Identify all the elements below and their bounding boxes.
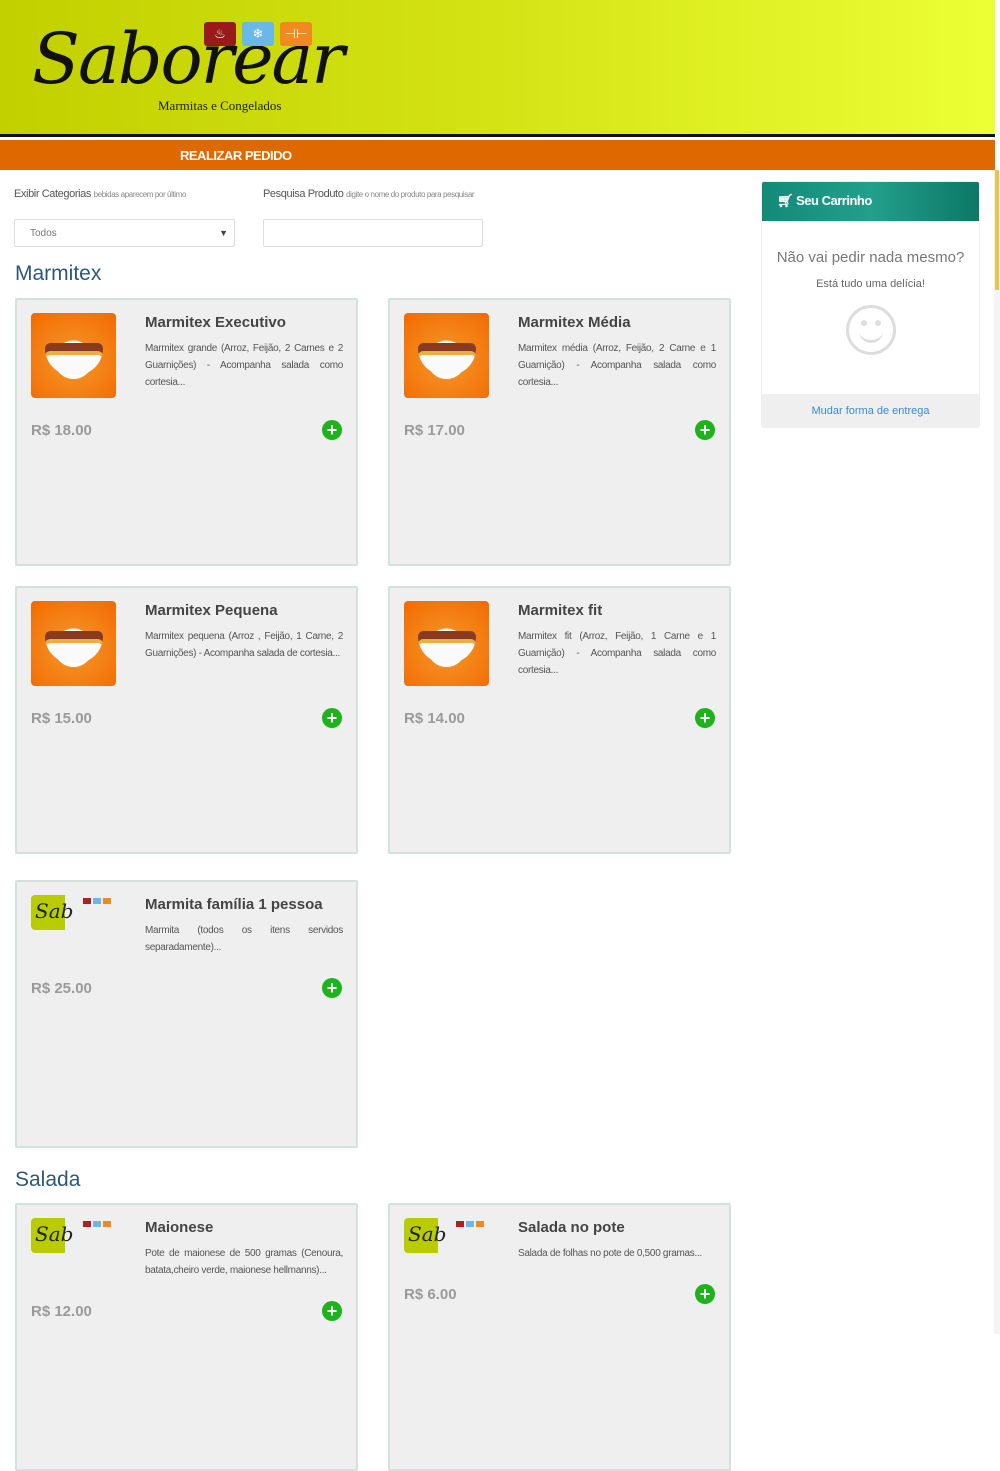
- add-to-cart-icon[interactable]: +: [695, 1284, 715, 1304]
- product-card: Marmitex Executivo Marmitex grande (Arroz…: [15, 298, 358, 566]
- product-title: Maionese: [145, 1219, 214, 1236]
- product-image: [404, 313, 489, 398]
- product-image: [31, 313, 116, 398]
- nav-bar: REALIZAR PEDIDO: [0, 140, 995, 170]
- product-card: Marmitex Pequena Marmitex pequena (Arroz …: [15, 586, 358, 854]
- cart-title: Seu Carrinho: [796, 193, 872, 208]
- cart-icon: 🛒︎: [777, 193, 794, 208]
- product-description: Marmitex média (Arroz, Feijão, 2 Carne e…: [518, 343, 716, 388]
- product-description: Marmita (todos os itens servidos separad…: [145, 925, 343, 953]
- label-hint: bebidas aparecem por último: [93, 190, 187, 199]
- product-description: Marmitex grande (Arroz, Feijão, 2 Carnes…: [145, 343, 343, 388]
- header: Saborear Marmitas e Congelados ♨ ❄ ⊣⊢: [0, 0, 995, 137]
- product-card: Sab Maionese Pote de maionese de 500 grama…: [15, 1203, 358, 1471]
- snowflake-icon: ❄: [242, 22, 274, 46]
- search-input[interactable]: [263, 219, 483, 247]
- product-card: Sab Marmita família 1 pessoa Marmita (todo…: [15, 880, 358, 1148]
- label-text: Exibir Categorias: [14, 188, 91, 200]
- product-price: R$ 15.00: [31, 709, 92, 727]
- cart-panel: 🛒︎ Seu Carrinho Não vai pedir nada mesmo…: [761, 181, 980, 428]
- select-value: Todos: [30, 228, 57, 239]
- product-image: Sab: [31, 1218, 116, 1253]
- product-title: Marmitex Pequena: [145, 602, 278, 619]
- product-card: Sab Salada no pote Salada de folhas no pot…: [388, 1203, 731, 1471]
- product-image: Sab: [404, 1218, 489, 1253]
- product-image: Sab: [31, 895, 116, 930]
- add-to-cart-icon[interactable]: +: [322, 708, 342, 728]
- product-card: Marmitex Média Marmitex média (Arroz, Fei…: [388, 298, 731, 566]
- scrollbar-thumb[interactable]: [995, 170, 999, 290]
- product-price: R$ 12.00: [31, 1302, 92, 1320]
- product-description: Salada de folhas no pote de 0,500 gramas…: [518, 1248, 702, 1259]
- product-title: Marmitex Executivo: [145, 314, 286, 331]
- category-filter-label: Exibir Categorias bebidas aparecem por ú…: [14, 186, 214, 203]
- product-price: R$ 14.00: [404, 709, 465, 727]
- nav-realizar-pedido[interactable]: REALIZAR PEDIDO: [180, 148, 292, 163]
- product-price: R$ 25.00: [31, 979, 92, 997]
- product-title: Salada no pote: [518, 1219, 625, 1236]
- add-to-cart-icon[interactable]: +: [322, 420, 342, 440]
- add-to-cart-icon[interactable]: +: [322, 978, 342, 998]
- product-description: Marmitex pequena (Arroz , Feijão, 1 Carn…: [145, 631, 343, 659]
- label-text: Pesquisa Produto: [263, 188, 344, 200]
- cart-header: 🛒︎ Seu Carrinho: [762, 182, 979, 221]
- cart-sub-message: Está tudo uma delícia!: [816, 278, 925, 290]
- add-to-cart-icon[interactable]: +: [695, 420, 715, 440]
- chef-hat-icon: ♨: [204, 22, 236, 46]
- product-title: Marmita família 1 pessoa: [145, 896, 323, 913]
- category-heading-salada: Salada: [15, 1168, 81, 1191]
- product-image: [404, 601, 489, 686]
- saborear-logo[interactable]: Saborear Marmitas e Congelados ♨ ❄ ⊣⊢: [20, 8, 345, 128]
- product-description: Marmitex fit (Arroz, Feijão, 1 Carne e 1…: [518, 631, 716, 676]
- product-card: Marmitex fit Marmitex fit (Arroz, Feijão,…: [388, 586, 731, 854]
- search-label: Pesquisa Produto digite o nome do produt…: [263, 186, 478, 203]
- label-hint: digite o nome do produto para pesquisar: [346, 190, 475, 199]
- product-price: R$ 18.00: [31, 421, 92, 439]
- caret-down-icon: ▼: [219, 228, 228, 238]
- change-delivery-link[interactable]: Mudar forma de entrega: [762, 394, 979, 427]
- logo-tagline: Marmitas e Congelados: [158, 98, 282, 113]
- product-price: R$ 6.00: [404, 1285, 457, 1303]
- cart-empty-message: Não vai pedir nada mesmo?: [776, 249, 965, 266]
- add-to-cart-icon[interactable]: +: [695, 708, 715, 728]
- product-title: Marmitex Média: [518, 314, 631, 331]
- product-image: [31, 601, 116, 686]
- smiley-icon: [845, 305, 896, 355]
- add-to-cart-icon[interactable]: +: [322, 1301, 342, 1321]
- product-title: Marmitex fit: [518, 602, 603, 619]
- product-price: R$ 17.00: [404, 421, 465, 439]
- cart-body: Não vai pedir nada mesmo? Está tudo uma …: [762, 221, 979, 394]
- product-description: Pote de maionese de 500 gramas (Cenoura,…: [145, 1248, 343, 1276]
- dumbbell-icon: ⊣⊢: [280, 22, 312, 46]
- category-heading-marmitex: Marmitex: [15, 262, 102, 285]
- category-select[interactable]: Todos ▼: [14, 219, 235, 247]
- scrollbar[interactable]: [994, 170, 1000, 1334]
